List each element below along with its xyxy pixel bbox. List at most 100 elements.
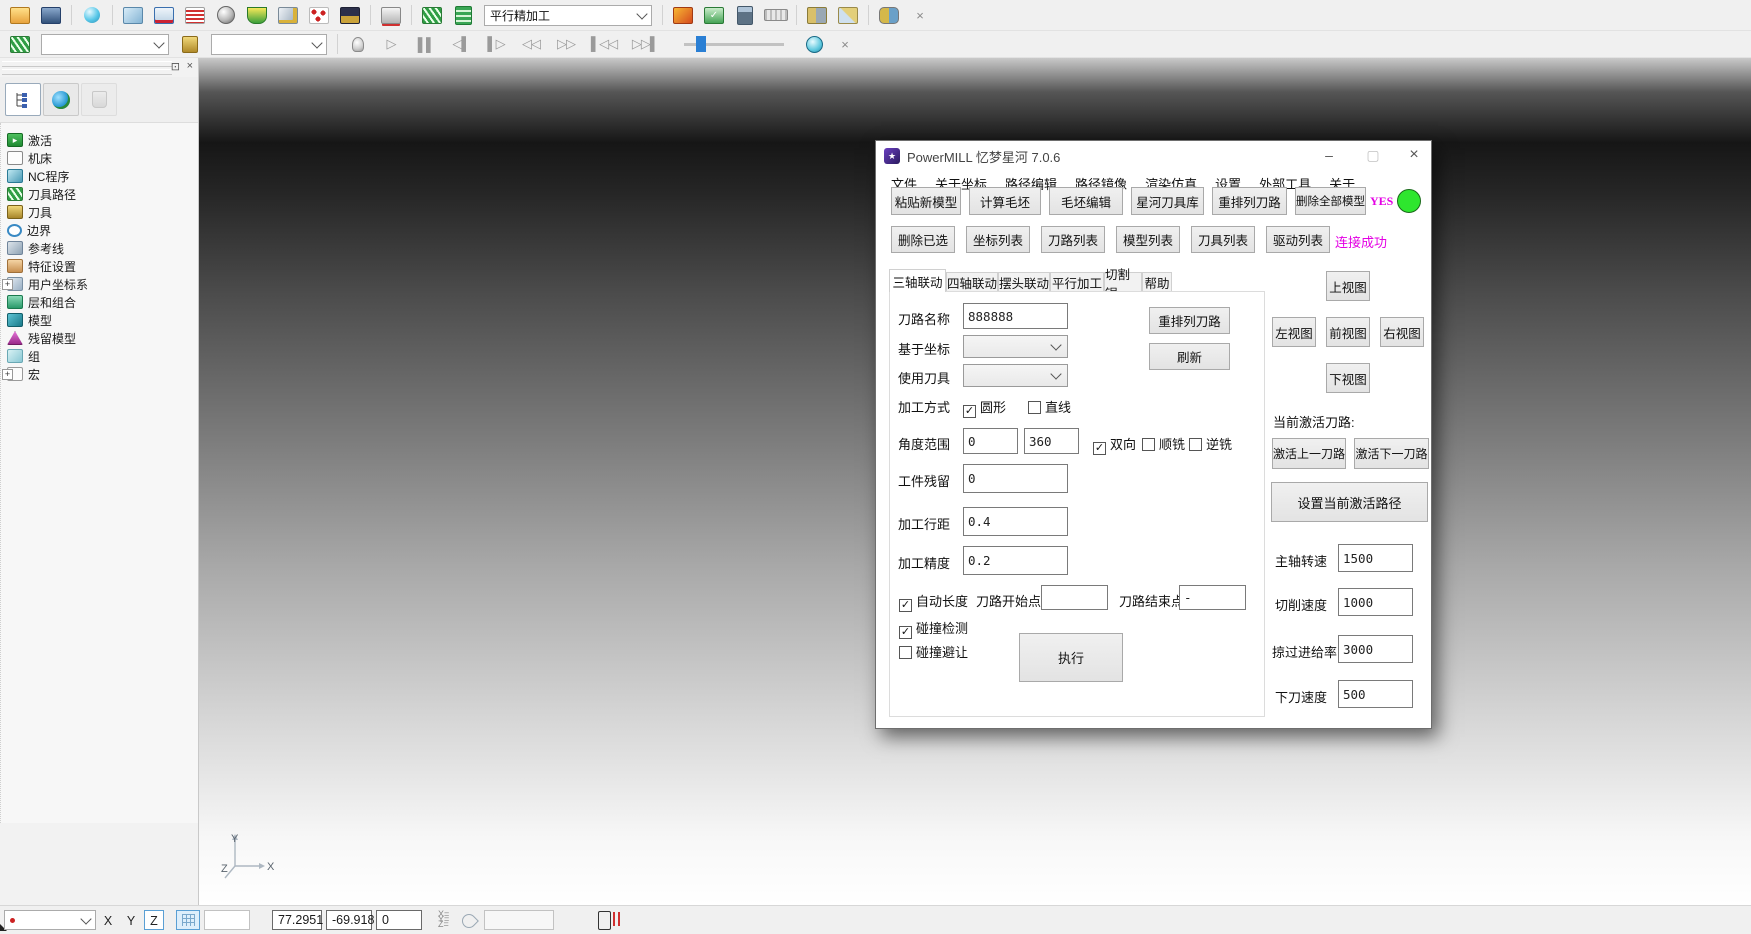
axis-x-button[interactable]: X bbox=[98, 910, 118, 930]
tree-item-patterns[interactable]: 参考线 bbox=[7, 239, 64, 257]
view-left-button[interactable]: 左视图 bbox=[1272, 317, 1316, 347]
block-icon[interactable] bbox=[119, 2, 147, 28]
rewind-button[interactable]: ◁◁ bbox=[515, 31, 547, 57]
ruler-icon[interactable] bbox=[762, 2, 790, 28]
tool-holder-icon[interactable] bbox=[336, 2, 364, 28]
rearrange-button[interactable]: 重排列刀路 bbox=[1149, 307, 1230, 334]
tree-view-tab[interactable] bbox=[5, 83, 41, 116]
block-edit-button[interactable]: 毛坯编辑 bbox=[1049, 187, 1123, 215]
go-to-end-button[interactable]: ▷▷▌ bbox=[626, 31, 664, 57]
axis-y-button[interactable]: Y bbox=[121, 910, 141, 930]
line-checkbox[interactable] bbox=[1028, 401, 1041, 414]
tab-help[interactable]: 帮助 bbox=[1142, 272, 1172, 292]
dialog-titlebar[interactable]: ★ PowerMILL 忆梦星河 7.0.6 bbox=[876, 141, 1431, 171]
drive-list-button[interactable]: 驱动列表 bbox=[1266, 226, 1330, 253]
toolpath-name-input[interactable] bbox=[963, 303, 1068, 329]
grid-toggle-button[interactable] bbox=[176, 910, 200, 930]
go-to-start-button[interactable]: ▌◁◁ bbox=[585, 31, 623, 57]
tool-sphere-icon[interactable] bbox=[212, 2, 240, 28]
tree-item-workplanes[interactable]: +用户坐标系 bbox=[7, 275, 88, 293]
toolpath-strategies-icon[interactable] bbox=[150, 2, 178, 28]
panel-grip[interactable] bbox=[2, 69, 172, 75]
rearrange-toolpaths-button[interactable]: 重排列刀路 bbox=[1212, 187, 1287, 215]
collision-check-checkbox[interactable]: ✓ bbox=[899, 626, 912, 639]
stock-remain-input[interactable] bbox=[963, 464, 1068, 493]
nc-program-icon[interactable] bbox=[181, 2, 209, 28]
stepover-input[interactable] bbox=[963, 507, 1068, 536]
grid-size-field[interactable] bbox=[204, 910, 250, 930]
toolbar2-close-icon[interactable]: × bbox=[831, 31, 859, 57]
expand-icon[interactable]: + bbox=[2, 279, 13, 290]
delete-all-models-button[interactable]: 删除全部模型 bbox=[1295, 187, 1366, 215]
refresh-button[interactable]: 刷新 bbox=[1149, 343, 1230, 370]
tree-item-boundaries[interactable]: 边界 bbox=[7, 221, 51, 239]
float-panel-icon[interactable]: ⊡ bbox=[171, 60, 180, 73]
clock-icon[interactable] bbox=[800, 31, 828, 57]
verify-icon[interactable]: ✓ bbox=[700, 2, 728, 28]
tab-4axis[interactable]: 四轴联动 bbox=[946, 272, 998, 292]
slider-handle[interactable] bbox=[696, 36, 706, 52]
plunge-speed-input[interactable] bbox=[1338, 680, 1413, 708]
tool-pair-icon[interactable] bbox=[803, 2, 831, 28]
paste-new-model-button[interactable]: 粘贴新模型 bbox=[891, 187, 961, 215]
minimize-button[interactable]: – bbox=[1312, 141, 1346, 169]
panel-grip[interactable] bbox=[2, 61, 172, 67]
tree-item-stock-models[interactable]: 残留模型 bbox=[7, 329, 76, 347]
open-project-icon[interactable] bbox=[6, 2, 34, 28]
globe-tab[interactable] bbox=[43, 83, 79, 116]
tool-list-button[interactable]: 刀具列表 bbox=[1191, 226, 1255, 253]
strategy-list-icon[interactable] bbox=[449, 2, 477, 28]
tab-3axis[interactable]: 三轴联动 bbox=[889, 269, 946, 292]
tree-item-machine[interactable]: 机床 bbox=[7, 149, 52, 167]
step-back-button[interactable]: ◁▌ bbox=[445, 31, 477, 57]
use-tool-combobox[interactable] bbox=[963, 364, 1068, 387]
model-list-button[interactable]: 模型列表 bbox=[1116, 226, 1180, 253]
toolpath-coil-icon[interactable] bbox=[418, 2, 446, 28]
toolpath-combobox[interactable] bbox=[41, 34, 169, 55]
circle-checkbox[interactable]: ✓ bbox=[963, 405, 976, 418]
toolpath-list-button[interactable]: 刀路列表 bbox=[1041, 226, 1105, 253]
base-coord-combobox[interactable] bbox=[963, 335, 1068, 358]
delete-selected-button[interactable]: 删除已选 bbox=[891, 226, 955, 253]
step-forward-button[interactable]: ▌▷ bbox=[480, 31, 512, 57]
tree-item-nc-program[interactable]: NC程序 bbox=[7, 167, 69, 185]
tool-library-button[interactable]: 星河刀具库 bbox=[1131, 187, 1204, 215]
tree-item-groups[interactable]: 组 bbox=[7, 347, 40, 365]
tool-combobox[interactable] bbox=[211, 34, 327, 55]
coord-list-button[interactable]: 坐标列表 bbox=[966, 226, 1030, 253]
view-front-button[interactable]: 前视图 bbox=[1326, 317, 1370, 347]
toolbar1-close-icon[interactable]: × bbox=[906, 2, 934, 28]
tool-icon[interactable] bbox=[176, 31, 204, 57]
tree-item-feature-sets[interactable]: 特征设置 bbox=[7, 257, 76, 275]
blocks-icon[interactable] bbox=[875, 2, 903, 28]
transform-icon[interactable] bbox=[834, 2, 862, 28]
tab-saw[interactable]: 切割锯 bbox=[1104, 272, 1142, 292]
angle-from-input[interactable] bbox=[963, 428, 1018, 454]
tree-item-activate[interactable]: ▸激活 bbox=[7, 131, 52, 149]
bulb-icon[interactable] bbox=[344, 31, 372, 57]
play-button[interactable]: ▷ bbox=[375, 31, 407, 57]
tab-swivel[interactable]: 摆头联动 bbox=[998, 272, 1050, 292]
save-icon[interactable] bbox=[37, 2, 65, 28]
tree-item-toolpaths[interactable]: 刀具路径 bbox=[7, 185, 76, 203]
end-point-input[interactable] bbox=[1179, 585, 1246, 610]
speed-slider[interactable] bbox=[684, 35, 784, 53]
tab-parallel[interactable]: 平行加工 bbox=[1050, 272, 1104, 292]
close-button[interactable]: × bbox=[1397, 141, 1431, 169]
angle-to-input[interactable] bbox=[1024, 428, 1079, 454]
activate-prev-button[interactable]: 激活上一刀路 bbox=[1272, 438, 1346, 469]
climb-checkbox[interactable] bbox=[1142, 438, 1155, 451]
maximize-button[interactable]: ▢ bbox=[1356, 141, 1390, 169]
conventional-checkbox[interactable] bbox=[1189, 438, 1202, 451]
tree-item-tools[interactable]: 刀具 bbox=[7, 203, 52, 221]
boundary-icon[interactable] bbox=[243, 2, 271, 28]
view-top-button[interactable]: 上视图 bbox=[1326, 271, 1370, 301]
fast-forward-button[interactable]: ▷▷ bbox=[550, 31, 582, 57]
entity-icon[interactable] bbox=[78, 2, 106, 28]
tree-item-levels-sets[interactable]: 层和组合 bbox=[7, 293, 76, 311]
bidirectional-checkbox[interactable]: ✓ bbox=[1093, 442, 1106, 455]
points-icon[interactable] bbox=[305, 2, 333, 28]
view-bottom-button[interactable]: 下视图 bbox=[1326, 363, 1370, 393]
probe-icon[interactable] bbox=[459, 911, 479, 931]
set-active-path-button[interactable]: 设置当前激活路径 bbox=[1271, 482, 1428, 522]
